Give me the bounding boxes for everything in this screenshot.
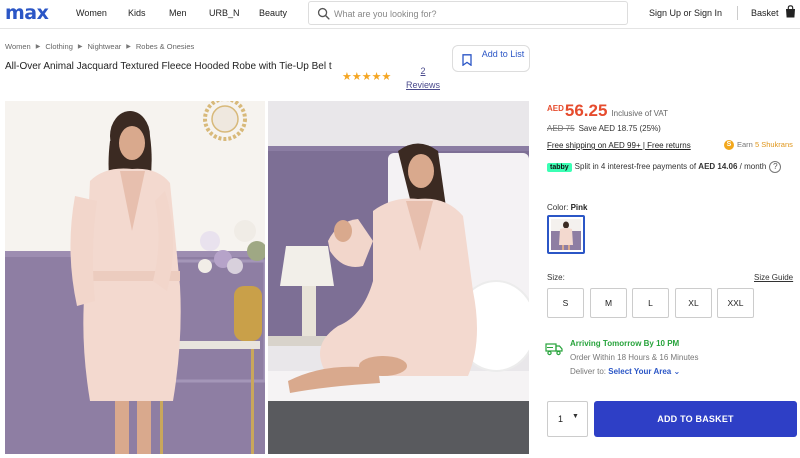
breadcrumb-women[interactable]: Women [5,42,31,51]
reviews-label: Reviews [406,80,441,90]
size-option-xxl[interactable]: XXL [717,288,754,318]
breadcrumb-nightwear[interactable]: Nightwear [88,42,122,51]
product-image-2[interactable] [268,101,529,454]
nav-item-beauty[interactable]: Beauty [259,8,287,18]
chevron-down-icon: ⌄ [673,367,681,376]
nav-item-men[interactable]: Men [169,8,187,18]
deliver-to-label: Deliver to: [570,367,607,376]
max-logo[interactable]: max [5,2,49,24]
price-currency: AED [547,104,564,113]
search-box[interactable] [308,1,628,25]
rating-stars: ★★★★★ [342,71,392,83]
header-divider [737,6,738,20]
size-option-xl[interactable]: XL [675,288,712,318]
shukrans-value: 5 Shukrans [754,140,793,149]
chevron-right-icon: ▶ [126,44,131,50]
breadcrumb-robes-onesies[interactable]: Robes & Onesies [136,42,194,51]
search-icon[interactable] [317,7,330,20]
reviews-link[interactable]: 2 Reviews [406,64,440,92]
size-label: Size: [547,273,565,282]
size-option-l[interactable]: L [632,288,669,318]
was-price: AED 75 [547,124,575,133]
save-text: Save AED 18.75 (25%) [578,124,661,133]
add-to-basket-button[interactable]: ADD TO BASKET [594,401,797,437]
select-area-label: Select Your Area [608,367,672,376]
tabby-logo: tabby [547,163,572,172]
chevron-right-icon: ▶ [35,44,41,50]
tabby-text: Split in 4 interest-free payments of [574,162,697,171]
delivery-truck-icon [545,343,563,356]
color-label: Color: Pink [547,203,587,212]
shipping-info[interactable]: Free shipping on AED 99+ | Free returns [547,141,691,150]
basket-link[interactable]: Basket [751,8,779,18]
signin-link[interactable]: Sign Up or Sign In [649,8,722,18]
size-option-m[interactable]: M [590,288,627,318]
nav-item-kids[interactable]: Kids [128,8,146,18]
chevron-right-icon: ▶ [77,44,83,50]
vat-note: Inclusive of VAT [611,109,669,118]
order-within-text: Order Within 18 Hours & 16 Minutes [570,353,699,362]
shukrans-prefix: Earn [737,140,753,149]
shukrans-info: S Earn 5 Shukrans [724,140,793,151]
product-image-1[interactable] [5,101,265,454]
price-row: AED56.25 Inclusive of VAT [547,101,668,121]
arriving-text: Arriving Tomorrow By 10 PM [570,339,680,348]
site-header: max Women Kids Men URB_N Beauty Sign Up … [0,0,800,29]
current-price: 56.25 [564,101,608,120]
shipping-link[interactable]: Free shipping on AED 99+ | Free returns [547,141,691,150]
deliver-to: Deliver to: Select Your Area ⌄ [570,367,680,376]
tabby-amount: AED 14.06 [698,162,738,171]
basket-icon[interactable] [785,5,796,18]
product-title: All-Over Animal Jacquard Textured Fleece… [5,61,332,72]
size-guide-link[interactable]: Size Guide [754,273,793,282]
add-to-list-label: Add to List [481,49,525,59]
size-option-s[interactable]: S [547,288,584,318]
color-label-text: Color: [547,203,569,212]
chevron-down-icon: ▼ [572,413,579,420]
review-count: 2 [420,66,426,76]
search-input[interactable] [334,6,614,21]
tabby-suffix: / month [739,162,767,171]
nav-item-urbn[interactable]: URB_N [209,8,240,18]
breadcrumb-clothing[interactable]: Clothing [45,42,73,51]
color-value: Pink [570,203,588,212]
add-to-list-button[interactable]: Add to List [452,45,530,72]
color-swatch-pink[interactable] [547,215,585,254]
bookmark-icon [462,54,472,66]
was-price-row: AED 75 Save AED 18.75 (25%) [547,124,661,133]
shukran-coin-icon: S [724,140,734,151]
quantity-select[interactable]: 1 ▼ [547,401,588,437]
nav-item-women[interactable]: Women [76,8,107,18]
select-area-link[interactable]: Select Your Area ⌄ [608,367,680,376]
quantity-value: 1 [558,414,564,424]
help-icon[interactable]: ? [769,160,782,173]
breadcrumb: Women ▶ Clothing ▶ Nightwear ▶ Robes & Onesies [5,42,194,51]
tabby-installments: tabby Split in 4 interest-free payments o… [547,158,797,175]
